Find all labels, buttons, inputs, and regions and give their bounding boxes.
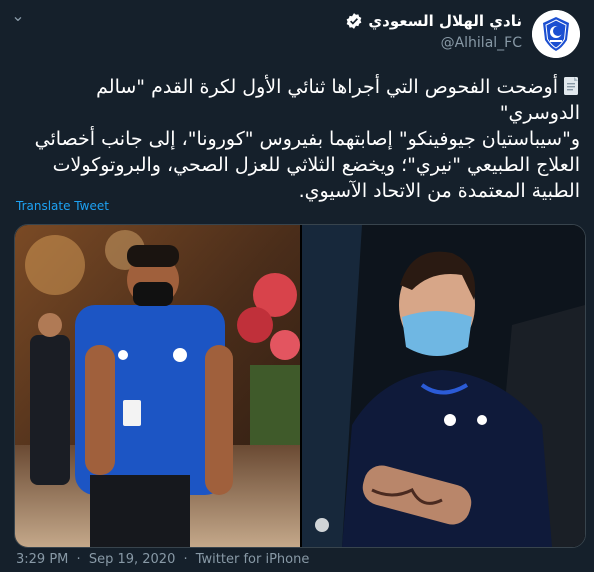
- photo-player-masked[interactable]: [302, 225, 585, 547]
- page-icon: [564, 77, 578, 95]
- tweet-source[interactable]: Twitter for iPhone: [196, 552, 310, 567]
- tweet-footer: 3:29 PM · Sep 19, 2020 · Twitter for iPh…: [16, 552, 309, 567]
- tweet-line: و"سيباستيان جيوفينكو" إصابتهما بفيروس "ك…: [34, 128, 580, 150]
- verified-badge-icon: [347, 13, 362, 29]
- account-name-row[interactable]: نادي الهلال السعودي: [345, 12, 522, 30]
- tweet-media: [14, 224, 586, 548]
- display-name[interactable]: نادي الهلال السعودي: [368, 12, 522, 30]
- account-handle[interactable]: @Alhilal_FC: [441, 35, 522, 51]
- alhilal-logo: [532, 10, 580, 58]
- photo-player-walking[interactable]: [15, 225, 300, 547]
- footer-separator: ·: [76, 552, 81, 567]
- tweet-line: أوضحت الفحوص التي أجراها ثنائي الأول لكر…: [96, 76, 580, 124]
- tweet-text: أوضحت الفحوص التي أجراها ثنائي الأول لكر…: [14, 74, 580, 204]
- translate-tweet-link[interactable]: Translate Tweet: [16, 199, 109, 213]
- tweet-time[interactable]: 3:29 PM: [16, 552, 68, 567]
- avatar[interactable]: [532, 10, 580, 58]
- photo-player-masked-image: [302, 225, 585, 547]
- tweet-line: العلاج الطبيعي "نيري"؛ ويخضع الثلاثي للع…: [52, 154, 580, 176]
- tweet-header: ⌄ نادي الهلال السعودي @Alhilal_FC: [0, 0, 594, 64]
- footer-separator: ·: [183, 552, 188, 567]
- tweet-date[interactable]: Sep 19, 2020: [89, 552, 176, 567]
- photo-player-walking-image: [15, 225, 300, 547]
- chevron-down-icon[interactable]: ⌄: [8, 6, 28, 26]
